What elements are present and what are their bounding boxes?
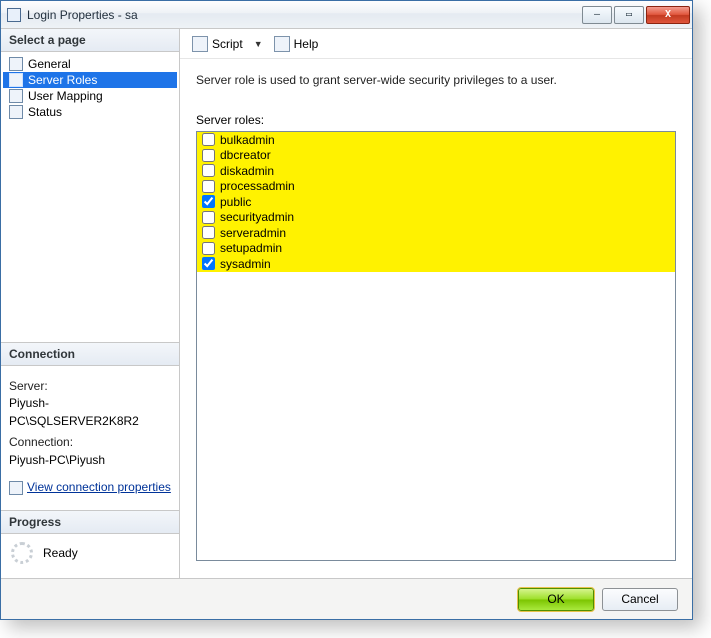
list-item[interactable]: setupadmin	[197, 241, 675, 257]
connection-header: Connection	[1, 343, 179, 366]
sidebar-item-status[interactable]: Status	[3, 104, 177, 120]
toolbar: Script ▼ Help	[180, 29, 692, 59]
role-checkbox[interactable]	[202, 257, 215, 270]
role-checkbox[interactable]	[202, 164, 215, 177]
script-icon	[192, 36, 208, 52]
sidebar-item-label: Status	[28, 105, 62, 119]
server-value: Piyush-PC\SQLSERVER2K8R2	[9, 395, 171, 430]
connection-properties-icon	[9, 481, 23, 495]
help-icon	[274, 36, 290, 52]
select-page-header: Select a page	[1, 29, 179, 52]
page-icon	[9, 105, 23, 119]
list-item[interactable]: public	[197, 194, 675, 210]
role-name: bulkadmin	[220, 133, 275, 147]
sidebar-item-server-roles[interactable]: Server Roles	[3, 72, 177, 88]
login-properties-window: Login Properties - sa — ▭ X Select a pag…	[0, 0, 693, 620]
role-checkbox[interactable]	[202, 180, 215, 193]
page-description: Server role is used to grant server-wide…	[196, 73, 676, 87]
page-icon	[9, 57, 23, 71]
progress-spinner-icon	[11, 542, 33, 564]
role-name: sysadmin	[220, 257, 271, 271]
sidebar-item-label: User Mapping	[28, 89, 103, 103]
sidebar-item-general[interactable]: General	[3, 56, 177, 72]
server-label: Server:	[9, 378, 171, 395]
maximize-button[interactable]: ▭	[614, 6, 644, 24]
window-title: Login Properties - sa	[27, 8, 582, 22]
sidebar-item-label: General	[28, 57, 71, 71]
role-name: dbcreator	[220, 148, 271, 162]
progress-header: Progress	[1, 511, 179, 534]
sidebar-item-user-mapping[interactable]: User Mapping	[3, 88, 177, 104]
ok-button[interactable]: OK	[518, 588, 594, 611]
role-checkbox[interactable]	[202, 133, 215, 146]
role-name: processadmin	[220, 179, 295, 193]
server-roles-list[interactable]: bulkadmindbcreator diskadminprocessadmin p…	[196, 131, 676, 561]
page-icon	[9, 73, 23, 87]
role-checkbox[interactable]	[202, 195, 215, 208]
sidebar-item-label: Server Roles	[28, 73, 97, 87]
role-checkbox[interactable]	[202, 242, 215, 255]
page-icon	[9, 89, 23, 103]
role-checkbox[interactable]	[202, 226, 215, 239]
list-item[interactable]: bulkadmin	[197, 132, 675, 148]
progress-section: Progress Ready	[1, 510, 179, 578]
minimize-button[interactable]: —	[582, 6, 612, 24]
page-nav: General Server Roles User Mapping Status	[1, 52, 179, 124]
progress-status: Ready	[43, 546, 78, 560]
role-name: serveradmin	[220, 226, 286, 240]
script-label: Script	[212, 37, 243, 51]
list-item[interactable]: dbcreator	[197, 148, 675, 164]
role-checkbox[interactable]	[202, 211, 215, 224]
sidebar: Select a page General Server Roles User Ma…	[1, 29, 180, 578]
list-item[interactable]: processadmin	[197, 179, 675, 195]
list-item[interactable]: serveradmin	[197, 225, 675, 241]
window-controls: — ▭ X	[582, 6, 690, 24]
connection-value: Piyush-PC\Piyush	[9, 452, 171, 469]
dialog-footer: OK Cancel	[1, 578, 692, 619]
list-item[interactable]: sysadmin	[197, 256, 675, 272]
help-button[interactable]: Help	[270, 34, 323, 54]
role-checkbox[interactable]	[202, 149, 215, 162]
connection-section: Connection Server: Piyush-PC\SQLSERVER2K…	[1, 342, 179, 510]
script-dropdown-caret[interactable]: ▼	[251, 39, 266, 49]
cancel-button[interactable]: Cancel	[602, 588, 678, 611]
list-item[interactable]: securityadmin	[197, 210, 675, 226]
script-button[interactable]: Script	[188, 34, 247, 54]
view-connection-properties-label: View connection properties	[27, 479, 171, 496]
window-icon	[7, 8, 21, 22]
role-name: public	[220, 195, 251, 209]
role-name: setupadmin	[220, 241, 282, 255]
main-panel: Script ▼ Help Server role is used to gra…	[180, 29, 692, 578]
connection-label: Connection:	[9, 434, 171, 451]
list-item[interactable]: diskadmin	[197, 163, 675, 179]
titlebar: Login Properties - sa — ▭ X	[1, 1, 692, 29]
role-name: securityadmin	[220, 210, 294, 224]
content-area: Server role is used to grant server-wide…	[180, 59, 692, 578]
help-label: Help	[294, 37, 319, 51]
server-roles-label: Server roles:	[196, 113, 676, 127]
close-button[interactable]: X	[646, 6, 690, 24]
role-name: diskadmin	[220, 164, 274, 178]
view-connection-properties-link[interactable]: View connection properties	[9, 479, 171, 496]
sidebar-spacer	[1, 124, 179, 342]
